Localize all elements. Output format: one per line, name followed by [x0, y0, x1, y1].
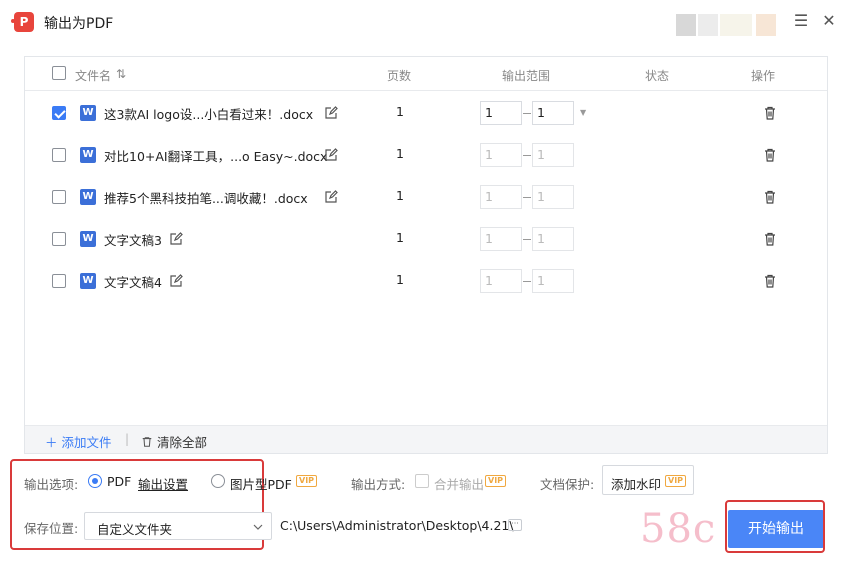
page-count: 1 — [396, 146, 404, 161]
delete-icon[interactable] — [763, 190, 777, 204]
word-doc-icon: W — [80, 231, 96, 247]
range-separator — [523, 197, 531, 198]
radio-image-pdf[interactable] — [211, 474, 225, 488]
select-all-checkbox[interactable] — [52, 66, 66, 80]
header-range: 输出范围 — [502, 69, 551, 83]
merge-output-checkbox[interactable] — [415, 474, 429, 488]
file-list-panel: 文件名 ⇅ 页数 输出范围 状态 操作 W 这3款AI logo设...小白看过来… — [24, 56, 828, 454]
blurred-avatar-2 — [698, 14, 718, 36]
chevron-down-icon — [253, 524, 263, 530]
range-to-input[interactable]: 1 — [532, 227, 574, 251]
save-path: C:\Users\Administrator\Desktop\4.21\ — [280, 518, 514, 533]
browse-more-button[interactable]: ··· — [508, 519, 522, 531]
save-location-select[interactable]: 自定义文件夹 — [84, 512, 272, 540]
row-checkbox[interactable] — [52, 232, 66, 246]
range-to-input[interactable]: 1 — [532, 185, 574, 209]
header-status: 状态 — [645, 69, 670, 83]
range-separator — [523, 239, 531, 240]
range-from-input[interactable]: 1 — [480, 269, 522, 293]
window-title: 输出为PDF — [44, 16, 114, 32]
file-name: 这3款AI logo设...小白看过来！.docx — [104, 107, 314, 122]
edit-icon[interactable] — [324, 190, 338, 204]
vip-badge: VIP — [485, 475, 507, 487]
table-row: W 文字文稿3 1 1 1 — [25, 218, 827, 260]
file-name: 对比10+AI翻译工具，...o Easy~.docx — [104, 149, 328, 164]
radio-pdf[interactable] — [88, 474, 102, 488]
table-row: W 推荐5个黑科技拍笔...调收藏！.docx 1 1 1 — [25, 176, 827, 218]
blurred-avatar — [676, 14, 696, 36]
range-separator — [523, 113, 531, 114]
radio-image-pdf-label[interactable]: 图片型PDF — [230, 474, 292, 493]
file-name: 推荐5个黑科技拍笔...调收藏！.docx — [104, 191, 308, 206]
add-watermark-button[interactable]: 添加水印 VIP — [602, 465, 694, 495]
trash-icon — [142, 437, 152, 447]
blurred-avatar-3 — [720, 14, 752, 36]
file-name: 文字文稿3 — [104, 233, 162, 248]
add-watermark-label: 添加水印 — [611, 477, 662, 492]
range-from-input[interactable]: 1 — [480, 101, 522, 125]
range-from-input[interactable]: 1 — [480, 227, 522, 251]
table-row: W 文字文稿4 1 1 1 — [25, 260, 827, 302]
output-options-label: 输出选项: — [24, 477, 79, 492]
page-count: 1 — [396, 104, 404, 119]
blurred-avatar-4 — [756, 14, 776, 36]
save-location-value: 自定义文件夹 — [97, 522, 173, 537]
range-from-input[interactable]: 1 — [480, 143, 522, 167]
row-checkbox[interactable] — [52, 148, 66, 162]
highlight-box-start — [725, 500, 825, 553]
edit-icon[interactable] — [169, 232, 183, 246]
edit-icon[interactable] — [324, 106, 338, 120]
output-settings-link[interactable]: 输出设置 — [138, 474, 188, 493]
file-name: 文字文稿4 — [104, 275, 162, 290]
range-from-input[interactable]: 1 — [480, 185, 522, 209]
row-checkbox[interactable] — [52, 190, 66, 204]
save-location-label: 保存位置: — [24, 521, 79, 536]
page-count: 1 — [396, 272, 404, 287]
word-doc-icon: W — [80, 189, 96, 205]
row-checkbox[interactable] — [52, 106, 66, 120]
header-filename: 文件名 — [75, 69, 112, 83]
close-icon[interactable]: ✕ — [820, 12, 838, 30]
table-row: W 这3款AI logo设...小白看过来！.docx 1 1 1 ▼ — [25, 92, 827, 134]
range-to-input[interactable]: 1 — [532, 269, 574, 293]
delete-icon[interactable] — [763, 274, 777, 288]
doc-protect-label: 文档保护: — [540, 477, 595, 492]
word-doc-icon: W — [80, 105, 96, 121]
add-file-button[interactable]: ＋ 添加文件 — [45, 432, 111, 451]
output-mode-label: 输出方式: — [351, 477, 406, 492]
range-to-input[interactable]: 1 — [532, 101, 574, 125]
table-header: 文件名 ⇅ 页数 输出范围 状态 操作 — [25, 57, 827, 91]
header-action: 操作 — [751, 69, 776, 83]
title-bar: P 输出为PDF ☰ ✕ — [0, 0, 842, 44]
edit-icon[interactable] — [169, 274, 183, 288]
range-separator — [523, 281, 531, 282]
range-to-input[interactable]: 1 — [532, 143, 574, 167]
app-logo-icon: P — [11, 12, 34, 32]
range-separator — [523, 155, 531, 156]
radio-pdf-label[interactable]: PDF — [107, 474, 131, 489]
range-dropdown-icon[interactable]: ▼ — [580, 108, 586, 117]
row-checkbox[interactable] — [52, 274, 66, 288]
clear-all-label: 清除全部 — [157, 435, 208, 450]
table-row: W 对比10+AI翻译工具，...o Easy~.docx 1 1 1 — [25, 134, 827, 176]
menu-icon[interactable]: ☰ — [792, 12, 810, 30]
panel-footer: ＋ 添加文件 | 清除全部 — [25, 425, 827, 453]
footer-separator: | — [125, 432, 130, 446]
word-doc-icon: W — [80, 273, 96, 289]
delete-icon[interactable] — [763, 232, 777, 246]
vip-badge: VIP — [665, 475, 687, 487]
word-doc-icon: W — [80, 147, 96, 163]
merge-output-label[interactable]: 合并输出 — [434, 474, 484, 493]
delete-icon[interactable] — [763, 106, 777, 120]
page-count: 1 — [396, 188, 404, 203]
delete-icon[interactable] — [763, 148, 777, 162]
vip-badge: VIP — [296, 475, 318, 487]
sort-icon[interactable]: ⇅ — [116, 67, 126, 81]
clear-all-button[interactable]: 清除全部 — [141, 432, 207, 451]
edit-icon[interactable] — [324, 148, 338, 162]
header-pages: 页数 — [387, 69, 412, 83]
page-count: 1 — [396, 230, 404, 245]
site-watermark: 58c — [640, 506, 717, 552]
